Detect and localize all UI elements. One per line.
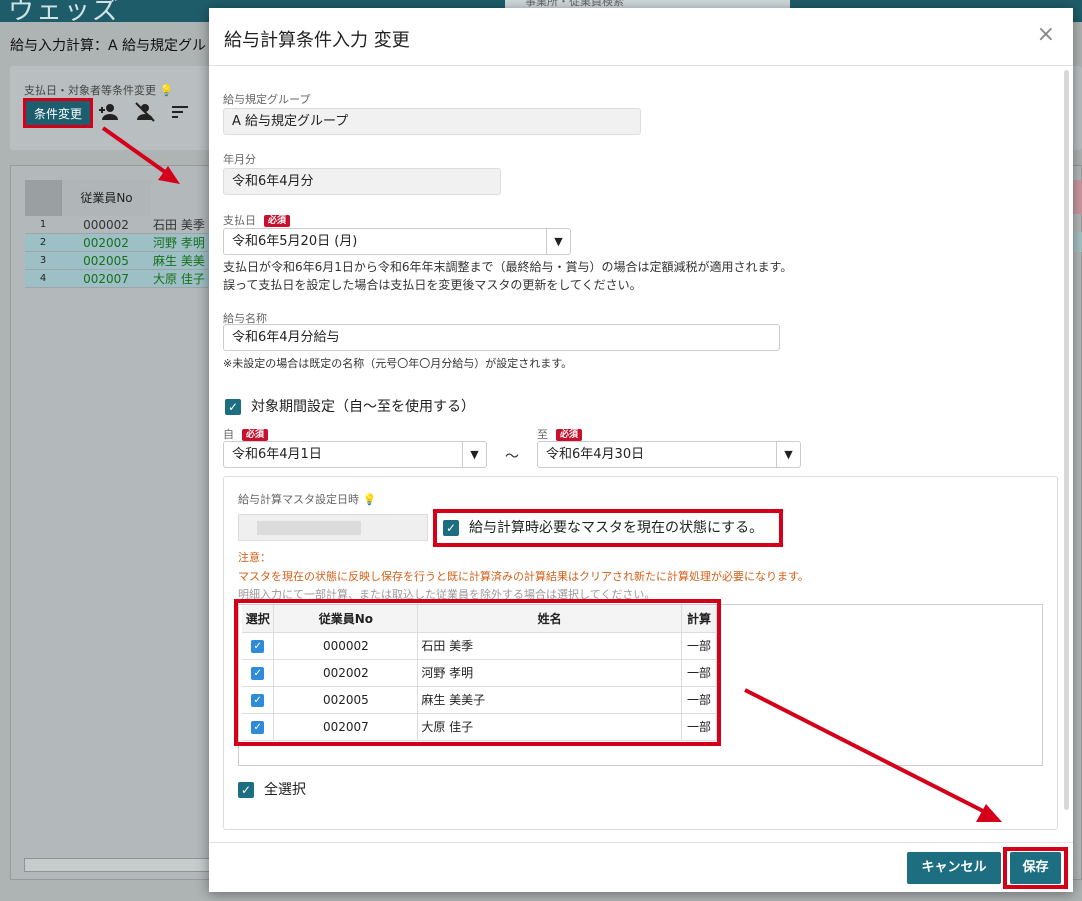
checkbox-checked-icon[interactable]: ✓	[443, 520, 459, 536]
payname-input[interactable]: 令和6年4月分給与	[223, 324, 780, 351]
master-settings-panel: 給与計算マスタ設定日時 💡 ✓ 給与計算時必要なマスタを現在の状態にする。 注意：…	[223, 476, 1058, 830]
dialog-header: 給与計算条件入力 変更 ×	[209, 8, 1073, 66]
to-date-select[interactable]: 令和6年4月30日 ▼	[537, 441, 801, 468]
remove-person-icon[interactable]	[134, 102, 156, 122]
sort-icon[interactable]	[170, 102, 192, 122]
grid-row[interactable]: 1 000002 石田 美季	[25, 216, 215, 234]
required-badge: 必須	[556, 429, 583, 441]
background-teal-strip	[1072, 232, 1082, 252]
caution-text: マスタを現在の状態に反映し保存を行うと既に計算済みの計算結果はクリアされ新たに計…	[238, 570, 809, 583]
paydate-note-1: 支払日が令和6年6月1日から令和6年年末調整まで（最終給与・賞与）の場合は定額減…	[223, 260, 793, 274]
paydate-label: 支払日 必須	[223, 212, 291, 228]
select-all-checkbox[interactable]: ✓ 全選択	[238, 779, 306, 799]
grid-corner	[25, 180, 61, 216]
dialog-footer: キャンセル 保存	[209, 842, 1073, 892]
yearmonth-field: 令和6年4月分	[223, 168, 501, 195]
save-button[interactable]: 保存	[1010, 852, 1061, 884]
condition-panel-label: 支払日・対象者等条件変更 💡	[24, 84, 174, 97]
grid-header-employee-no: 従業員No	[61, 180, 151, 216]
to-label: 至必須	[537, 426, 583, 442]
required-badge: 必須	[242, 429, 269, 441]
group-field: A 給与規定グループ	[223, 108, 641, 135]
master-datetime-label: 給与計算マスタ設定日時 💡	[238, 493, 377, 506]
master-refresh-checkbox[interactable]: ✓ 給与計算時必要なマスタを現在の状態にする。	[433, 509, 783, 547]
group-label: 給与規定グループ	[223, 93, 311, 106]
checkbox-checked-icon[interactable]: ✓	[238, 782, 254, 798]
dialog-body: 給与規定グループ A 給与規定グループ 年月分 令和6年4月分 支払日 必須 令和…	[209, 66, 1073, 842]
cancel-button[interactable]: キャンセル	[907, 852, 1001, 884]
checkbox-checked-icon[interactable]: ✓	[225, 399, 241, 415]
lightbulb-icon: 💡	[159, 84, 174, 97]
grid-row[interactable]: 2 002002 河野 孝明	[25, 234, 215, 252]
grid-horizontal-scrollbar[interactable]	[24, 858, 214, 872]
dialog-scrollbar[interactable]	[1064, 70, 1069, 810]
range-tilde: ～	[505, 449, 519, 465]
lightbulb-icon: 💡	[362, 493, 377, 506]
dialog-title: 給与計算条件入力 変更	[224, 30, 410, 51]
from-label: 自必須	[223, 426, 269, 442]
app-logo: ウェッズ	[8, 0, 121, 26]
grid-row[interactable]: 3 002005 麻生 美美子	[25, 252, 215, 286]
page-title: 給与入力計算：A 給与規定グル	[10, 38, 207, 54]
period-checkbox[interactable]: ✓ 対象期間設定（自～至を使用する）	[225, 396, 475, 416]
grid-row[interactable]: 4 002007 大原 佳子	[25, 270, 215, 288]
dropdown-arrow-icon[interactable]: ▼	[546, 229, 570, 254]
add-person-icon[interactable]	[98, 102, 120, 122]
caution-title: 注意：	[238, 551, 271, 564]
required-badge: 必須	[264, 215, 291, 227]
paydate-select[interactable]: 令和6年5月20日 (月) ▼	[223, 228, 571, 255]
dropdown-arrow-icon[interactable]: ▼	[776, 442, 800, 467]
payname-note: ※未設定の場合は既定の名称（元号〇年〇月分給与）が設定されます。	[223, 357, 573, 370]
condition-change-button[interactable]: 条件変更	[23, 98, 93, 128]
paydate-note-2: 誤って支払日を設定した場合は支払日を変更後マスタの更新をしてください。	[223, 278, 642, 292]
redacted-value	[257, 521, 361, 535]
master-datetime-field	[238, 514, 428, 541]
close-icon[interactable]: ×	[1037, 22, 1055, 48]
background-pink-strip	[1072, 180, 1082, 214]
yearmonth-label: 年月分	[223, 153, 256, 166]
condition-edit-dialog: 給与計算条件入力 変更 × 給与規定グループ A 給与規定グループ 年月分 令和…	[209, 8, 1073, 892]
table-highlight-box	[234, 599, 721, 746]
from-date-select[interactable]: 令和6年4月1日 ▼	[223, 441, 487, 468]
dropdown-arrow-icon[interactable]: ▼	[462, 442, 486, 467]
